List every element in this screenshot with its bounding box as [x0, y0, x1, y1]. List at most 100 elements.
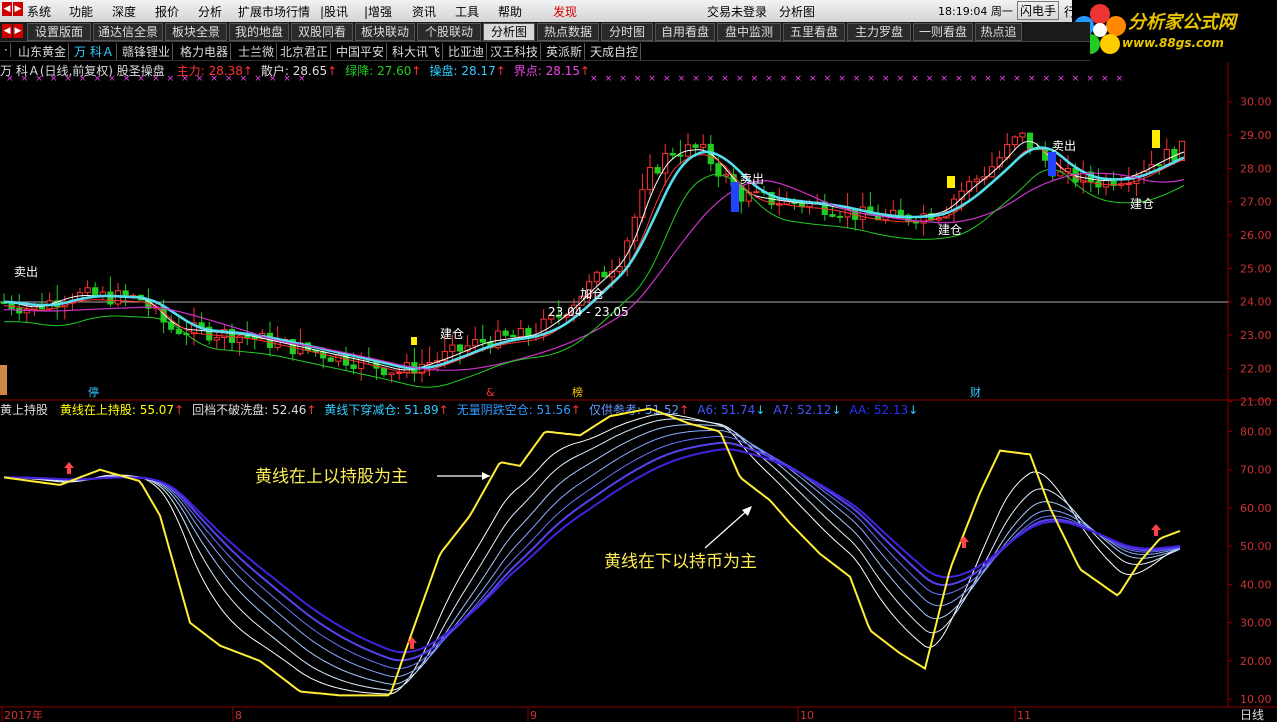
- price-axis-label: 25.00: [1240, 262, 1272, 275]
- candle-body: [669, 153, 676, 156]
- signal-x-mark: ×: [678, 74, 686, 84]
- candle-body: [84, 287, 91, 294]
- signal-x-mark: ×: [751, 74, 759, 84]
- osc-axis-label: 10.00: [1240, 693, 1272, 706]
- buy-signal-bar: [947, 176, 955, 188]
- signal-x-mark: ×: [940, 74, 948, 84]
- osc-axis-label: 70.00: [1240, 464, 1272, 477]
- osc-axis-label: 80.00: [1240, 425, 1272, 438]
- candle-body: [456, 344, 464, 352]
- candle-body: [897, 209, 904, 216]
- candle-body: [122, 290, 129, 297]
- signal-x-mark: ×: [1101, 74, 1109, 84]
- signal-x-mark: ×: [634, 74, 642, 84]
- buy-up-arrow-icon: [407, 637, 417, 649]
- signal-x-mark: ×: [1086, 74, 1094, 84]
- candle-body: [1019, 132, 1026, 138]
- kline-chart[interactable]: 卖出建仓加仓23.04 - 23.05卖出建仓卖出建仓停 & 榜财黄线在上以持股为主…: [0, 0, 1277, 722]
- signal-x-mark: ×: [21, 74, 29, 84]
- price-axis-label: 22.00: [1240, 362, 1272, 375]
- signal-x-mark: ×: [94, 74, 102, 84]
- signal-x-mark: ×: [269, 74, 277, 84]
- candle-body: [1156, 164, 1163, 167]
- date-axis-label: 9: [530, 709, 537, 722]
- event-marker-2: 榜: [572, 385, 583, 399]
- candle-body: [213, 337, 220, 341]
- signal-x-mark: ×: [1057, 74, 1065, 84]
- signal-x-mark: ×: [79, 74, 87, 84]
- candle-body: [502, 330, 509, 336]
- price-axis-label: 23.00: [1240, 329, 1272, 342]
- signal-x-mark: ×: [1043, 74, 1051, 84]
- candle-body: [836, 215, 844, 218]
- signal-x-mark: ×: [838, 74, 846, 84]
- candle-body: [1011, 136, 1018, 146]
- signal-x-mark: ×: [283, 74, 291, 84]
- signal-x-mark: ×: [605, 74, 613, 84]
- candle-body: [244, 335, 251, 338]
- event-marker-3: 财: [970, 385, 981, 399]
- osc-axis-label: 40.00: [1240, 578, 1272, 591]
- signal-x-mark: ×: [824, 74, 832, 84]
- ma-white-line: [3, 140, 1185, 371]
- date-axis-label: 10: [800, 709, 814, 722]
- signal-x-mark: ×: [809, 74, 817, 84]
- osc-annotation-arrow-line: [704, 507, 751, 549]
- candle-body: [107, 291, 114, 305]
- date-axis-label: 2017年: [4, 708, 43, 722]
- osc-axis-label: 20.00: [1240, 655, 1272, 668]
- price-axis-label: 21.00: [1240, 396, 1272, 409]
- signal-x-mark: ×: [298, 74, 306, 84]
- signal-x-mark: ×: [35, 74, 43, 84]
- signal-x-mark: ×: [867, 74, 875, 84]
- signal-x-mark: ×: [1116, 74, 1124, 84]
- signal-x-mark: ×: [240, 74, 248, 84]
- signal-x-mark: ×: [794, 74, 802, 84]
- candle-body: [753, 191, 760, 194]
- signal-x-mark: ×: [911, 74, 919, 84]
- osc-annotation-above: 黄线在上以持股为主: [255, 467, 408, 487]
- osc-axis-label: 60.00: [1240, 502, 1272, 515]
- candle-body: [92, 287, 99, 296]
- osc-yellow-line: [3, 407, 1181, 697]
- buy-up-arrow-icon: [959, 536, 969, 548]
- date-axis-label: 8: [235, 709, 242, 722]
- candle-body: [350, 364, 357, 369]
- signal-x-mark: ×: [254, 74, 262, 84]
- candle-body: [251, 336, 258, 340]
- candle-body: [388, 372, 395, 376]
- buy-up-arrow-icon: [1151, 524, 1161, 536]
- signal-x-mark: ×: [955, 74, 963, 84]
- price-axis-label: 27.00: [1240, 196, 1272, 209]
- candle-body: [646, 167, 654, 191]
- side-panel-handle[interactable]: [0, 365, 7, 395]
- signal-x-mark: ×: [50, 74, 58, 84]
- buy-signal-bar: [1152, 130, 1160, 148]
- price-axis-label: 29.00: [1240, 129, 1272, 142]
- signal-x-mark: ×: [64, 74, 72, 84]
- price-axis-label: 26.00: [1240, 229, 1272, 242]
- candle-body: [380, 367, 388, 376]
- event-marker-1: &: [486, 386, 495, 399]
- signal-x-mark: ×: [707, 74, 715, 84]
- signal-x-mark: ×: [970, 74, 978, 84]
- osc-fan-line-1: [4, 418, 1181, 691]
- signal-x-mark: ×: [1072, 74, 1080, 84]
- ma-cyan-line: [3, 146, 1185, 370]
- signal-x-mark: ×: [6, 74, 14, 84]
- candle-body: [677, 154, 684, 157]
- candle-body: [829, 214, 836, 217]
- price-axis-label: 30.00: [1240, 96, 1272, 109]
- candle-body: [1163, 148, 1170, 166]
- signal-x-mark: ×: [108, 74, 116, 84]
- chart-annotation-7: 建仓: [1130, 197, 1154, 211]
- osc-fan-line-6: [4, 448, 1181, 654]
- candle-body: [700, 143, 707, 148]
- candle-body: [510, 334, 517, 338]
- signal-x-mark: ×: [853, 74, 861, 84]
- candle-body: [396, 371, 403, 374]
- osc-fan-line-2: [4, 424, 1181, 685]
- signal-x-mark: ×: [663, 74, 671, 84]
- candle-body: [973, 178, 980, 183]
- signal-x-mark: ×: [210, 74, 218, 84]
